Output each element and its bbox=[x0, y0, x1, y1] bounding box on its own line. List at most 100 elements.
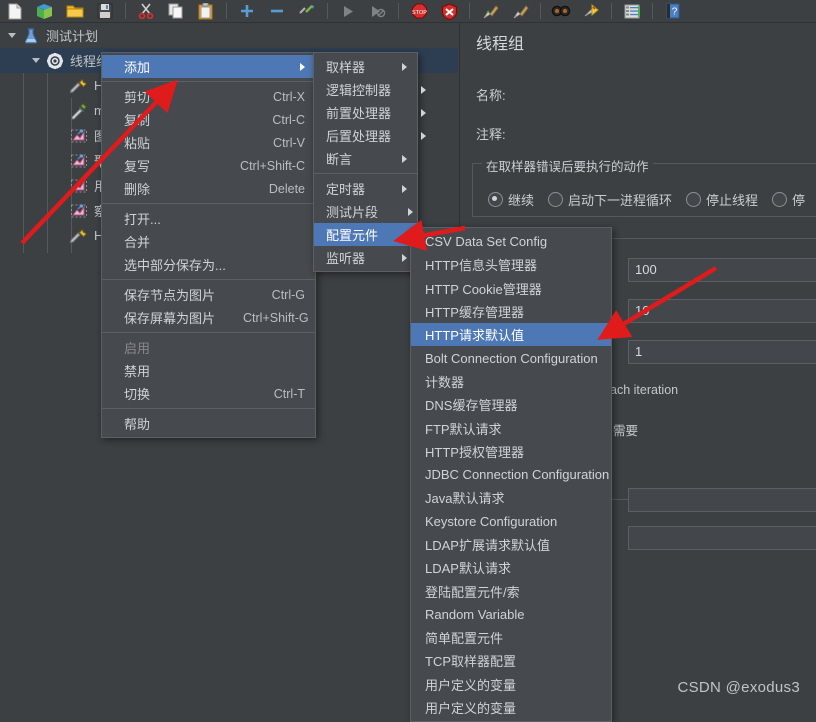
collapse-all-icon[interactable] bbox=[266, 1, 288, 21]
extra-input-2[interactable] bbox=[628, 526, 816, 550]
submenu-item-post-processor[interactable]: 后置处理器 bbox=[314, 124, 417, 147]
cut-icon[interactable] bbox=[135, 1, 157, 21]
radio-dot bbox=[488, 192, 503, 207]
config-item-login-config-element[interactable]: 登陆配置元件/索 bbox=[411, 579, 611, 602]
config-item-keystore-configuration[interactable]: Keystore Configuration bbox=[411, 510, 611, 533]
config-item-http-authorization-manager[interactable]: HTTP授权管理器 bbox=[411, 440, 611, 463]
submenu-item-test-fragment[interactable]: 测试片段 bbox=[314, 200, 417, 223]
menu-item-save-screen-as-image[interactable]: 保存屏幕为图片 Ctrl+Shift-G bbox=[102, 306, 315, 329]
submenu-item-assertion[interactable]: 断言 bbox=[314, 147, 417, 170]
menu-item-duplicate[interactable]: 复写 Ctrl+Shift-C bbox=[102, 154, 315, 177]
radio-stop-test[interactable]: 停 bbox=[772, 190, 805, 209]
shutdown-icon[interactable] bbox=[438, 1, 460, 21]
paste-icon[interactable] bbox=[195, 1, 217, 21]
config-item-user-defined-variables-2[interactable]: 用户定义的变量 bbox=[411, 696, 611, 719]
config-item-simple-config-element[interactable]: 简单配置元件 bbox=[411, 626, 611, 649]
toolbar-separator bbox=[652, 3, 653, 19]
config-item-ldap-extended-request-defaults[interactable]: LDAP扩展请求默认值 bbox=[411, 533, 611, 556]
config-item-tcp-sampler-config[interactable]: TCP取样器配置 bbox=[411, 649, 611, 672]
help-icon[interactable]: ? bbox=[662, 1, 684, 21]
context-menu[interactable]: 添加 剪切 Ctrl-X 复制 Ctrl-C 粘贴 Ctrl-V 复写 Ctrl… bbox=[101, 52, 316, 438]
menu-item-save-selection-as[interactable]: 选中部分保存为... bbox=[102, 253, 315, 276]
menu-item-copy[interactable]: 复制 Ctrl-C bbox=[102, 108, 315, 131]
sampler-error-action-title: 在取样器错误后要执行的动作 bbox=[482, 156, 653, 175]
config-item-ldap-request-defaults[interactable]: LDAP默认请求 bbox=[411, 556, 611, 579]
tree-expander[interactable] bbox=[4, 23, 20, 48]
menu-item-label: FTP默认请求 bbox=[425, 419, 502, 438]
expand-all-icon[interactable] bbox=[236, 1, 258, 21]
clear-all-icon[interactable] bbox=[509, 1, 531, 21]
tree-expander[interactable] bbox=[28, 48, 44, 73]
menu-item-label: Bolt Connection Configuration bbox=[425, 351, 598, 366]
tree-item-test-plan[interactable]: 测试计划 bbox=[0, 23, 458, 48]
submenu-item-config-element[interactable]: 配置元件 bbox=[314, 223, 417, 246]
menu-item-merge[interactable]: 合并 bbox=[102, 230, 315, 253]
config-item-bolt-connection-configuration[interactable]: Bolt Connection Configuration bbox=[411, 346, 611, 369]
thread-count-input[interactable] bbox=[628, 258, 816, 282]
start-no-pause-icon[interactable] bbox=[367, 1, 389, 21]
menu-item-cut[interactable]: 剪切 Ctrl-X bbox=[102, 85, 315, 108]
reset-search-icon[interactable] bbox=[580, 1, 602, 21]
copy-icon[interactable] bbox=[165, 1, 187, 21]
menu-item-open[interactable]: 打开... bbox=[102, 207, 315, 230]
menu-item-label: 后置处理器 bbox=[326, 126, 391, 145]
menu-item-toggle[interactable]: 切换 Ctrl-T bbox=[102, 382, 315, 405]
submenu-item-logic-controller[interactable]: 逻辑控制器 bbox=[314, 78, 417, 101]
radio-label: 启动下一进程循环 bbox=[568, 190, 672, 209]
menu-item-label: 切换 bbox=[124, 384, 150, 403]
templates-icon[interactable] bbox=[34, 1, 56, 21]
config-item-java-request-defaults[interactable]: Java默认请求 bbox=[411, 486, 611, 509]
function-helper-icon[interactable] bbox=[621, 1, 643, 21]
jsr223-icon bbox=[68, 100, 90, 122]
chevron-right-icon bbox=[402, 185, 407, 193]
config-item-http-header-manager[interactable]: HTTP信息头管理器 bbox=[411, 253, 611, 276]
menu-item-disable[interactable]: 禁用 bbox=[102, 359, 315, 382]
config-item-http-cookie-manager[interactable]: HTTP Cookie管理器 bbox=[411, 277, 611, 300]
radio-stop-thread[interactable]: 停止线程 bbox=[686, 190, 758, 209]
config-element-submenu[interactable]: CSV Data Set Config HTTP信息头管理器 HTTP Cook… bbox=[410, 227, 612, 722]
toggle-icon[interactable] bbox=[296, 1, 318, 21]
http-request-icon bbox=[68, 75, 90, 97]
config-item-http-request-defaults[interactable]: HTTP请求默认值 bbox=[411, 323, 611, 346]
radio-continue[interactable]: 继续 bbox=[488, 190, 534, 209]
config-item-http-cache-manager[interactable]: HTTP缓存管理器 bbox=[411, 300, 611, 323]
open-icon[interactable] bbox=[64, 1, 86, 21]
tree-expander-placeholder bbox=[52, 73, 68, 98]
submenu-item-timer[interactable]: 定时器 bbox=[314, 177, 417, 200]
chevron-right-icon bbox=[421, 109, 426, 117]
radio-start-next-loop[interactable]: 启动下一进程循环 bbox=[548, 190, 672, 209]
menu-item-add[interactable]: 添加 bbox=[102, 55, 315, 78]
ramp-up-input[interactable] bbox=[628, 299, 816, 323]
submenu-item-sampler[interactable]: 取样器 bbox=[314, 55, 417, 78]
radio-label: 停止线程 bbox=[706, 190, 758, 209]
config-item-counter[interactable]: 计数器 bbox=[411, 370, 611, 393]
config-item-dns-cache-manager[interactable]: DNS缓存管理器 bbox=[411, 393, 611, 416]
loop-count-input[interactable] bbox=[628, 340, 816, 364]
submenu-item-listener[interactable]: 监听器 bbox=[314, 246, 417, 269]
toolbar-separator bbox=[327, 3, 328, 19]
start-icon[interactable] bbox=[337, 1, 359, 21]
submenu-item-pre-processor[interactable]: 前置处理器 bbox=[314, 101, 417, 124]
main-toolbar: STOP ? bbox=[0, 0, 816, 23]
tree-expander-placeholder bbox=[52, 123, 68, 148]
config-item-csv-data-set[interactable]: CSV Data Set Config bbox=[411, 230, 611, 253]
new-icon[interactable] bbox=[4, 1, 26, 21]
config-item-ftp-request-defaults[interactable]: FTP默认请求 bbox=[411, 416, 611, 439]
menu-item-paste[interactable]: 粘贴 Ctrl-V bbox=[102, 131, 315, 154]
add-submenu[interactable]: 取样器 逻辑控制器 前置处理器 后置处理器 断言 定时器 测试片段 bbox=[313, 52, 418, 272]
listener-icon bbox=[68, 200, 90, 222]
menu-item-help[interactable]: 帮助 bbox=[102, 412, 315, 435]
stop-icon[interactable]: STOP bbox=[408, 1, 430, 21]
config-item-user-defined-variables[interactable]: 用户定义的变量 bbox=[411, 673, 611, 696]
save-icon[interactable] bbox=[94, 1, 116, 21]
extra-input-1[interactable] bbox=[628, 488, 816, 512]
config-item-random-variable[interactable]: Random Variable bbox=[411, 603, 611, 626]
menu-item-label: JDBC Connection Configuration bbox=[425, 467, 609, 482]
search-icon[interactable] bbox=[550, 1, 572, 21]
menu-item-label: 保存节点为图片 bbox=[124, 285, 215, 304]
clear-icon[interactable] bbox=[479, 1, 501, 21]
config-item-jdbc-connection-configuration[interactable]: JDBC Connection Configuration bbox=[411, 463, 611, 486]
menu-item-save-node-as-image[interactable]: 保存节点为图片 Ctrl-G bbox=[102, 283, 315, 306]
menu-item-accel: Ctrl-G bbox=[272, 288, 305, 302]
menu-item-remove[interactable]: 删除 Delete bbox=[102, 177, 315, 200]
